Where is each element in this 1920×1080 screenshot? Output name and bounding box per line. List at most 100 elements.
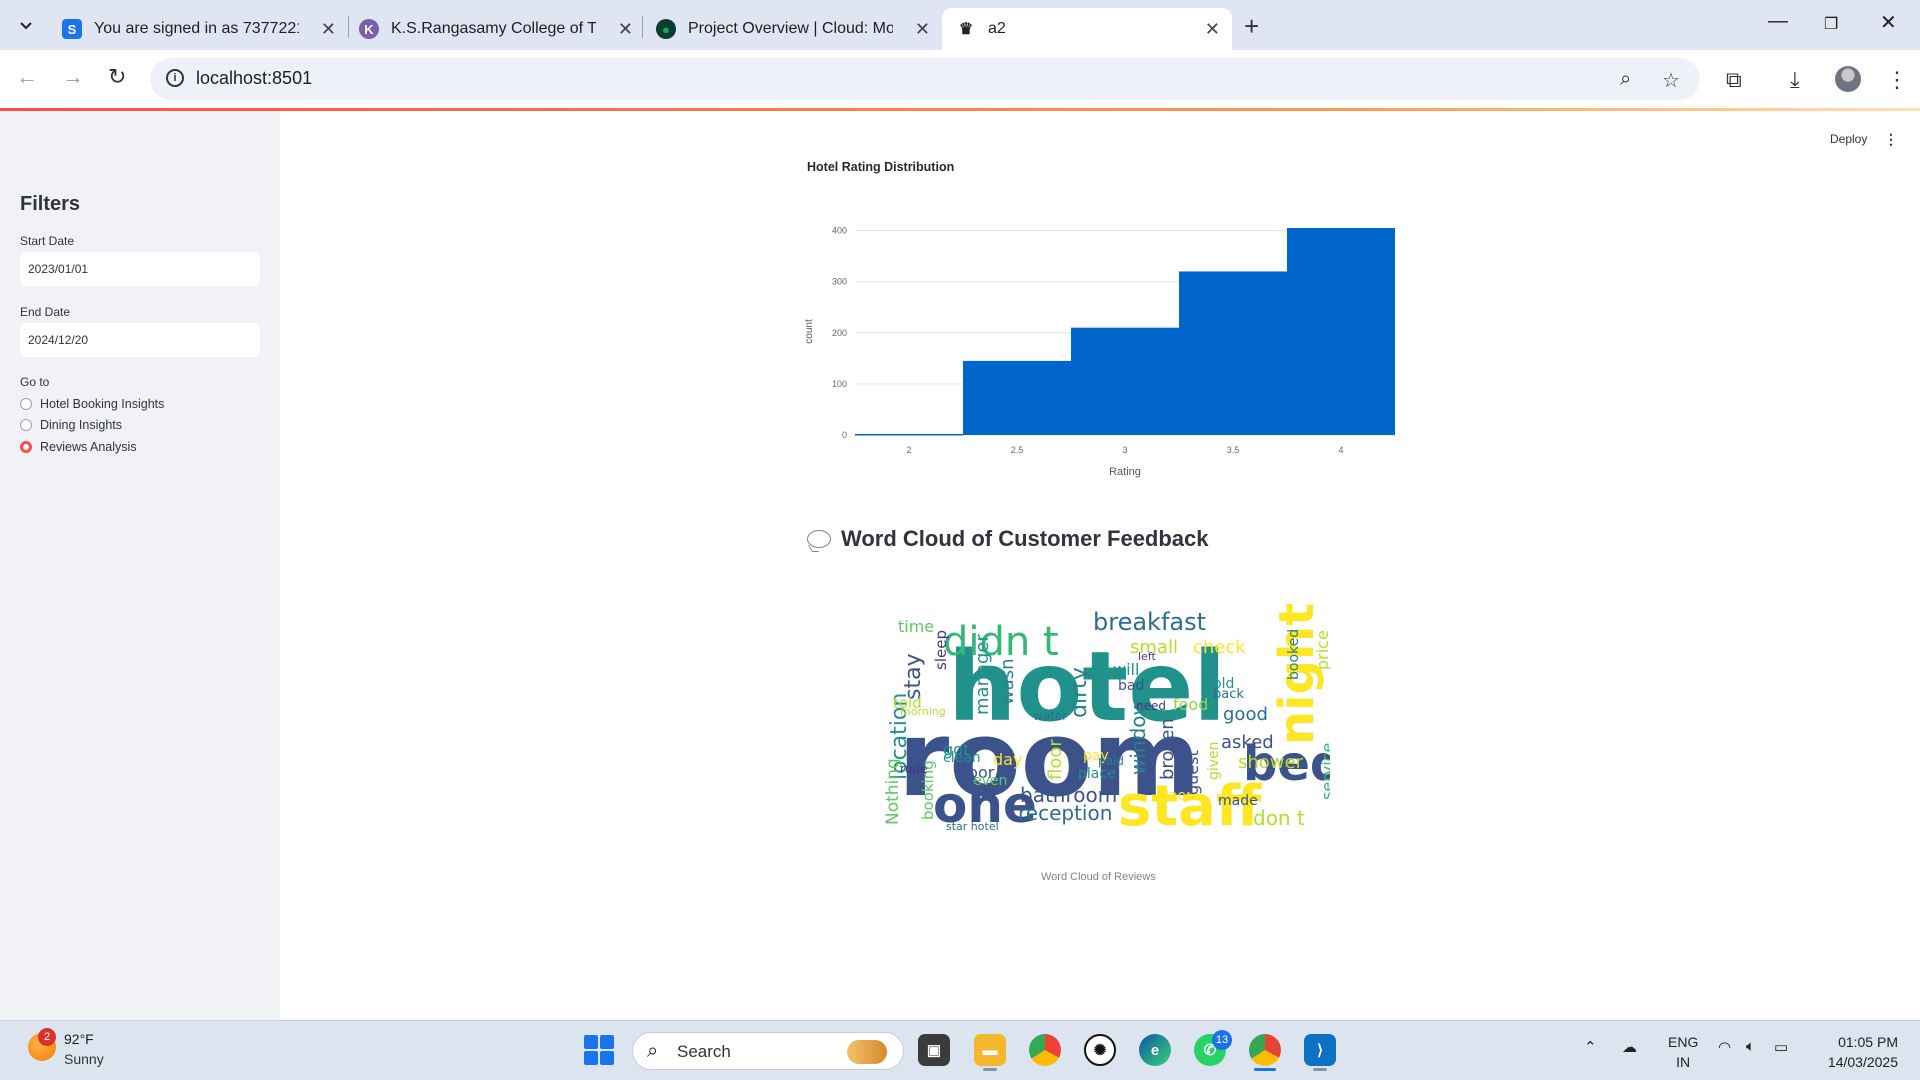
histogram-bar[interactable]	[1287, 228, 1395, 435]
browser-menu-icon[interactable]: ⋮	[1886, 67, 1908, 93]
bookmark-star-icon[interactable]: ☆	[1662, 68, 1680, 93]
y-tick-label: 400	[832, 226, 847, 236]
language-indicator[interactable]: ENG IN	[1668, 1032, 1698, 1072]
wifi-icon[interactable]: ◠	[1718, 1038, 1731, 1056]
x-axis-label: Rating	[1109, 466, 1141, 478]
back-arrow-icon[interactable]: ←	[16, 64, 38, 90]
end-date-label: End Date	[20, 305, 71, 319]
reload-icon[interactable]: ↻	[108, 64, 126, 90]
extensions-puzzle-icon[interactable]: ⧉	[1726, 67, 1742, 93]
radio-button[interactable]	[20, 419, 32, 431]
start-date-label: Start Date	[20, 234, 75, 248]
tab-college[interactable]: K K.S.Rangasamy College of Tech… ✕	[345, 8, 645, 50]
weather-temperature[interactable]: 92°F	[64, 1031, 94, 1047]
wordcloud-word: service	[1318, 743, 1330, 800]
y-tick-label: 200	[832, 328, 847, 338]
wordcloud-word: manager	[972, 633, 993, 715]
volume-icon[interactable]: 🔈︎	[1746, 1038, 1755, 1055]
close-window-icon[interactable]: ✕	[1880, 10, 1897, 35]
wordcloud-word: sleep	[932, 630, 950, 670]
close-tab-icon[interactable]: ✕	[915, 19, 930, 40]
mongodb-leaf-icon: ●	[656, 19, 676, 39]
clock[interactable]: 01:05 PM 14/03/2025	[1818, 1032, 1898, 1072]
vscode-icon[interactable]: ⟩	[1304, 1034, 1336, 1066]
tab-signed-in[interactable]: S You are signed in as 73772218… ✕	[48, 8, 348, 50]
wordcloud-word: place	[1078, 766, 1116, 782]
nav-radio-reviews[interactable]: Reviews Analysis	[20, 440, 137, 454]
x-tick-label: 4	[1338, 445, 1343, 455]
wordcloud-word: don t	[1253, 806, 1305, 830]
deploy-button[interactable]: Deploy	[1830, 132, 1867, 146]
file-explorer-icon[interactable]: ▬	[974, 1034, 1006, 1066]
x-tick-label: 2	[906, 445, 911, 455]
wordcloud-word: booked	[1286, 629, 1302, 680]
tab-mongodb[interactable]: ● Project Overview | Cloud: Mong… ✕	[642, 8, 942, 50]
battery-icon[interactable]: ▭	[1774, 1038, 1788, 1056]
tab-title: a2	[988, 20, 1006, 37]
chart-title: Hotel Rating Distribution	[807, 160, 955, 174]
histogram-bar[interactable]	[1071, 327, 1179, 435]
close-tab-icon[interactable]: ✕	[618, 19, 633, 40]
forward-arrow-icon[interactable]: →	[62, 64, 84, 90]
app-menu-icon[interactable]: ⋮	[1884, 131, 1898, 148]
x-tick-label: 3	[1122, 445, 1127, 455]
wordcloud-word: food	[1173, 695, 1208, 714]
wordcloud-word: will	[1113, 660, 1139, 679]
end-date-input[interactable]: 2024/12/20	[20, 323, 260, 357]
nav-radio-hotel-booking[interactable]: Hotel Booking Insights	[20, 397, 164, 411]
y-tick-label: 0	[842, 430, 847, 440]
wordcloud-word: guest	[1183, 750, 1202, 795]
new-tab-plus-icon[interactable]: +	[1244, 11, 1259, 42]
radio-label: Hotel Booking Insights	[40, 397, 165, 411]
close-tab-icon[interactable]: ✕	[321, 19, 336, 40]
site-info-icon[interactable]: i	[166, 69, 184, 87]
close-tab-icon[interactable]: ✕	[1205, 19, 1220, 40]
wordcloud-word: wasn	[997, 658, 1018, 705]
tab-title: You are signed in as 73772218…	[94, 20, 299, 37]
minimize-icon[interactable]: —	[1768, 10, 1788, 33]
chatgpt-icon[interactable]: ✺	[1084, 1034, 1116, 1066]
edge-icon[interactable]: e	[1139, 1034, 1171, 1066]
weather-condition[interactable]: Sunny	[64, 1051, 104, 1067]
zoom-icon[interactable]: ⌕	[1620, 68, 1631, 91]
task-view-icon[interactable]: ▣	[918, 1034, 950, 1066]
tab-a2-active[interactable]: ♛ a2 ✕	[942, 8, 1232, 50]
search-label: Search	[677, 1042, 731, 1061]
restore-icon[interactable]: ❐	[1824, 14, 1838, 34]
rating-histogram[interactable]: 0 100 200 300 400 2 2.5 3 3.5 4 Rating count	[800, 210, 1420, 490]
search-icon: ⌕	[647, 1040, 659, 1062]
whatsapp-badge: 13	[1212, 1030, 1232, 1050]
y-tick-label: 300	[832, 277, 847, 287]
url-text[interactable]: localhost:8501	[196, 68, 312, 89]
x-tick-label: 2.5	[1011, 445, 1024, 455]
clock-date: 14/03/2025	[1827, 1054, 1898, 1070]
wordcloud-word: got	[943, 740, 969, 759]
sidebar-title: Filters	[20, 193, 81, 215]
histogram-bar[interactable]	[963, 360, 1071, 435]
chrome-icon[interactable]	[1029, 1034, 1061, 1066]
browser-tab-strip: S You are signed in as 73772218… ✕ K K.S…	[0, 0, 1920, 50]
wordcloud-word: shower	[1238, 752, 1304, 773]
start-date-input[interactable]: 2023/01/01	[20, 252, 260, 286]
wordcloud-word: need	[1136, 699, 1166, 713]
address-bar[interactable]: i localhost:8501 ⌕ ☆	[150, 58, 1700, 100]
tab-search-chevron-icon[interactable]	[12, 12, 40, 40]
tray-chevron-up-icon[interactable]: ⌃	[1584, 1038, 1597, 1056]
tab-title: Project Overview | Cloud: Mong…	[688, 20, 893, 37]
wordcloud-word: didn t	[943, 619, 1059, 665]
radio-button-selected[interactable]	[20, 441, 32, 453]
taskbar-search[interactable]: ⌕ Search	[632, 1032, 904, 1070]
windows-start-icon[interactable]	[584, 1035, 614, 1065]
wordcloud-word: even	[973, 773, 1007, 789]
onedrive-cloud-icon[interactable]: ☁	[1622, 1038, 1637, 1056]
nav-radio-dining[interactable]: Dining Insights	[20, 418, 122, 432]
wordcloud-word: check	[1193, 637, 1246, 658]
histogram-bar[interactable]	[855, 433, 963, 436]
wordcloud-word: good	[1223, 704, 1268, 725]
region-code: IN	[1676, 1054, 1691, 1070]
chrome-profile-icon[interactable]	[1249, 1034, 1281, 1066]
download-icon[interactable]: ⤓	[1790, 67, 1800, 93]
profile-avatar[interactable]	[1835, 66, 1861, 92]
radio-button[interactable]	[20, 398, 32, 410]
histogram-bar[interactable]	[1179, 271, 1287, 435]
